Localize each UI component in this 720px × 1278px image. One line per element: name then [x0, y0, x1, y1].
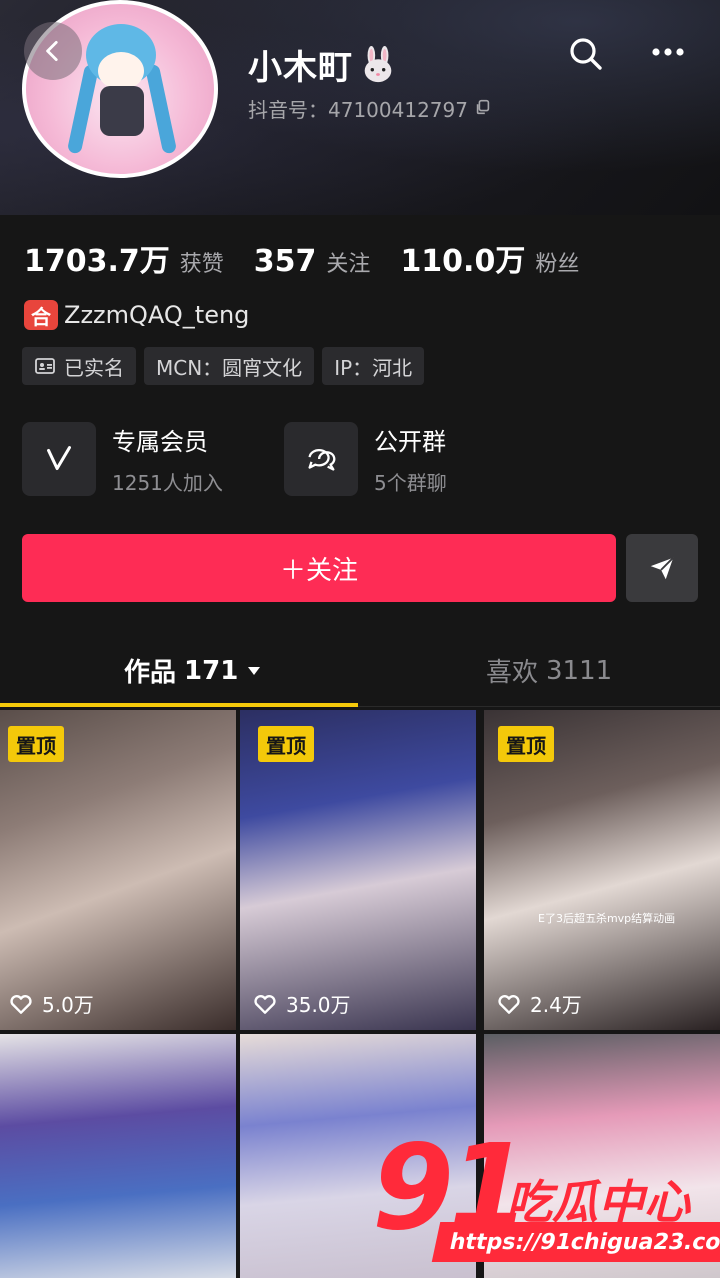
group-chat-icon [284, 422, 358, 496]
video-likes: 2.4万 [496, 989, 582, 1018]
watermark: 91 吃瓜中心 https://91chigua23.com [372, 1128, 720, 1278]
heart-icon [254, 994, 276, 1014]
tag-ip: IP：河北 [322, 347, 425, 385]
video-thumbnail[interactable] [0, 1034, 236, 1278]
stat-label: 关注 [326, 252, 371, 277]
avatar-body [100, 86, 144, 136]
v-logo-icon [22, 422, 96, 496]
video-thumbnail[interactable]: 置顶 35.0万 [240, 710, 476, 1030]
stat-value: 110.0万 [400, 244, 526, 279]
pinned-badge: 置顶 [498, 726, 554, 762]
chevron-left-icon [46, 40, 58, 62]
nickname-text: 小木町 [248, 48, 353, 88]
douyin-id-text: 抖音号：47100412797 [248, 98, 468, 122]
feature-title: 公开群 [374, 428, 446, 456]
copy-icon[interactable] [474, 97, 492, 121]
feature-group-chat[interactable]: 公开群 5个群聊 [284, 422, 447, 496]
likes-count: 2.4万 [530, 993, 582, 1017]
share-button[interactable] [626, 534, 698, 602]
tag-text: MCN：圆宵文化 [156, 355, 303, 380]
nickname: 小木町 [248, 40, 397, 89]
search-icon[interactable] [566, 34, 606, 74]
more-icon[interactable] [646, 34, 690, 74]
likes-count: 35.0万 [286, 993, 351, 1017]
back-button[interactable] [24, 22, 82, 80]
tab-count: 171 [184, 655, 239, 686]
profile-screen: 小木町 抖音号：47100412797 1703.7万 获赞 357 关注 11… [0, 0, 720, 1278]
tab-active-indicator [0, 703, 358, 707]
avatar-braid-left [66, 63, 100, 155]
stat-likes[interactable]: 1703.7万 获赞 [24, 236, 224, 280]
feature-subtitle: 1251人加入 [112, 471, 223, 495]
combined-badge-icon: 合 [24, 300, 58, 330]
follow-button[interactable]: ＋关注 [22, 534, 616, 602]
tab-label: 作品 [124, 658, 177, 688]
tab-count: 3111 [546, 655, 613, 686]
combined-account[interactable]: 合 ZzzmQAQ_teng [24, 300, 249, 330]
follow-label: ＋关注 [279, 555, 358, 586]
pinned-badge: 置顶 [8, 726, 64, 762]
stat-following[interactable]: 357 关注 [254, 244, 371, 279]
pinned-badge: 置顶 [258, 726, 314, 762]
stat-label: 获赞 [179, 252, 224, 277]
feature-membership[interactable]: 专属会员 1251人加入 [22, 422, 223, 496]
caret-down-icon [248, 666, 261, 675]
video-thumbnail[interactable]: 置顶 5.0万 [0, 710, 236, 1030]
tab-label: 喜欢 [486, 658, 539, 688]
paper-plane-icon [650, 557, 674, 580]
avatar-braid-right [144, 63, 178, 155]
tag-verified[interactable]: 已实名 [22, 347, 136, 385]
video-thumbnail[interactable]: 置顶 E了3后超五杀mvp结算动画 2.4万 [484, 710, 720, 1030]
tag-text: 已实名 [64, 355, 124, 380]
tab-likes[interactable]: 喜欢 3111 [486, 652, 612, 689]
id-card-icon [35, 358, 55, 374]
heart-icon [498, 994, 520, 1014]
tag-mcn[interactable]: MCN：圆宵文化 [144, 347, 315, 385]
profile-tags: 已实名 MCN：圆宵文化 IP：河北 [22, 347, 425, 385]
douyin-id: 抖音号：47100412797 [248, 94, 492, 123]
likes-count: 5.0万 [42, 993, 94, 1017]
stat-value: 357 [253, 244, 317, 279]
video-likes: 35.0万 [252, 989, 351, 1018]
rabbit-face-icon [359, 45, 397, 84]
feature-title: 专属会员 [112, 428, 208, 456]
tag-text: IP：河北 [334, 355, 413, 380]
avatar-face [98, 52, 144, 90]
watermark-url: https://91chigua23.com [431, 1222, 720, 1262]
heart-icon [10, 994, 32, 1014]
stat-followers[interactable]: 110.0万 粉丝 [400, 236, 579, 280]
stat-label: 粉丝 [535, 252, 580, 277]
combined-account-name: ZzzmQAQ_teng [64, 301, 250, 329]
video-caption: E了3后超五杀mvp结算动画 [538, 912, 676, 925]
stat-value: 1703.7万 [24, 244, 170, 279]
tab-works[interactable]: 作品 171 [124, 652, 262, 689]
feature-subtitle: 5个群聊 [374, 471, 447, 495]
stats-row: 1703.7万 获赞 357 关注 110.0万 粉丝 [24, 236, 609, 280]
video-likes: 5.0万 [8, 989, 94, 1018]
